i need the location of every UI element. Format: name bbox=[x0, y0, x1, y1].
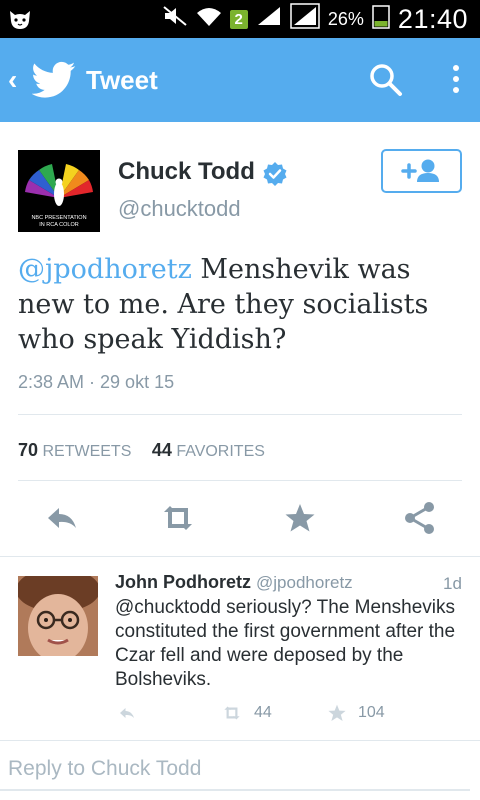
favorite-star-icon[interactable] bbox=[278, 496, 322, 540]
battery-percent: 26% bbox=[327, 8, 364, 29]
avatar[interactable]: NBC PRESENTATION IN RCA COLOR bbox=[18, 150, 100, 232]
verified-badge-icon bbox=[263, 162, 287, 186]
share-icon[interactable] bbox=[398, 496, 442, 540]
notification-badge: 2 bbox=[229, 9, 248, 29]
reply-header: John Podhoretz @jpodhoretz bbox=[115, 572, 353, 593]
favorite-star-icon bbox=[328, 704, 346, 721]
avatar-caption-1: NBC PRESENTATION bbox=[31, 215, 86, 221]
overflow-menu-icon[interactable] bbox=[444, 60, 468, 100]
reply-actions: 44 104 bbox=[0, 700, 480, 726]
reply-author-handle[interactable]: @jpodhoretz bbox=[256, 573, 353, 592]
author-name[interactable]: Chuck Todd bbox=[118, 158, 255, 186]
tweet-actions bbox=[0, 496, 480, 540]
tweet-text: @jpodhoretz Menshevik was new to me. Are… bbox=[18, 252, 468, 357]
back-chevron-icon[interactable]: ‹ bbox=[8, 64, 17, 96]
app-bar: ‹ Tweet bbox=[0, 38, 480, 122]
reply-author-name[interactable]: John Podhoretz bbox=[115, 572, 251, 592]
avatar-caption-2: IN RCA COLOR bbox=[39, 222, 78, 228]
divider bbox=[18, 480, 462, 481]
add-user-icon bbox=[401, 159, 439, 182]
reply-avatar[interactable] bbox=[18, 576, 98, 656]
reply-text: @chucktodd seriously? The Mensheviks con… bbox=[115, 597, 456, 690]
reply-time: 1d bbox=[443, 574, 462, 593]
nbc-peacock-logo: NBC PRESENTATION IN RCA COLOR bbox=[25, 164, 93, 228]
follow-button[interactable] bbox=[381, 149, 462, 193]
status-icons: 2 26% 21:40 bbox=[162, 0, 468, 38]
divider bbox=[0, 556, 480, 557]
retweet-icon bbox=[224, 706, 240, 720]
cat-face-icon bbox=[10, 11, 30, 29]
reply-favorite-count: 104 bbox=[358, 704, 385, 721]
reply-reply-button[interactable] bbox=[114, 700, 140, 726]
wifi-icon bbox=[196, 5, 222, 33]
clock: 21:40 bbox=[397, 3, 468, 34]
battery-icon bbox=[372, 3, 390, 35]
input-underline bbox=[0, 789, 470, 791]
retweets-count[interactable]: 70 bbox=[18, 440, 38, 460]
mute-icon bbox=[162, 5, 188, 33]
tweet-mention-link[interactable]: @jpodhoretz bbox=[18, 254, 192, 285]
reply-retweet-button[interactable]: 44 bbox=[218, 700, 272, 726]
retweet-icon[interactable] bbox=[156, 496, 200, 540]
tweet-stats: 70 RETWEETS 44 FAVORITES bbox=[18, 440, 265, 461]
signal-icon-2 bbox=[290, 3, 320, 35]
favorites-count[interactable]: 44 bbox=[152, 440, 172, 460]
reply-composer bbox=[0, 740, 480, 800]
twitter-bird-icon[interactable] bbox=[32, 60, 76, 100]
reply-retweet-count: 44 bbox=[254, 704, 272, 721]
reply-icon[interactable] bbox=[40, 496, 84, 540]
retweets-label[interactable]: RETWEETS bbox=[42, 443, 131, 460]
reply-avatar-photo bbox=[18, 576, 98, 656]
reply-input[interactable] bbox=[8, 751, 468, 787]
author-handle[interactable]: @chucktodd bbox=[118, 196, 241, 222]
app-bar-title: Tweet bbox=[86, 65, 158, 95]
status-bar: 2 26% 21:40 bbox=[0, 0, 480, 38]
tweet-timestamp: 2:38 AM · 29 okt 15 bbox=[18, 372, 175, 392]
reply-favorite-button[interactable]: 104 bbox=[324, 700, 385, 726]
favorites-label[interactable]: FAVORITES bbox=[176, 443, 265, 460]
search-icon[interactable] bbox=[366, 60, 406, 100]
divider bbox=[18, 414, 462, 415]
signal-icon bbox=[256, 5, 282, 33]
reply-icon bbox=[120, 708, 134, 718]
